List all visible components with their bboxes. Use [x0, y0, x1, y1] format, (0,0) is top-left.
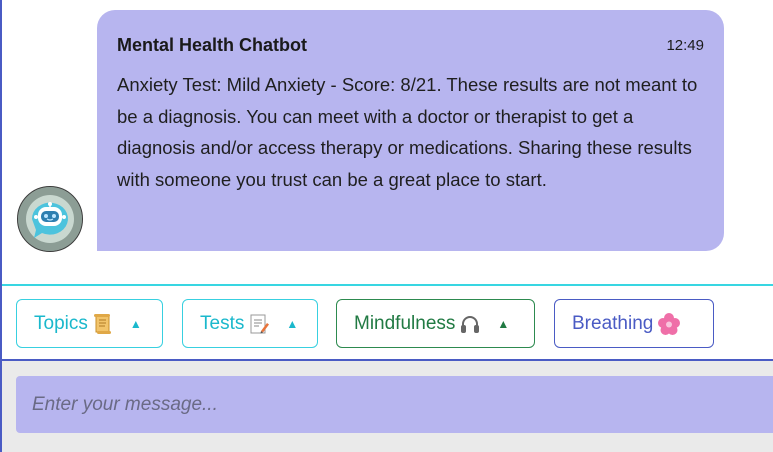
chevron-up-icon: ▲	[286, 316, 299, 331]
message-timestamp: 12:49	[666, 36, 704, 54]
chat-messages: Mental Health Chatbot 12:49 Anxiety Test…	[2, 0, 773, 284]
message-sender: Mental Health Chatbot	[117, 34, 308, 55]
message-composer	[2, 361, 773, 452]
scroll-icon	[92, 312, 114, 336]
tests-label: Tests	[200, 312, 245, 334]
message-text: Anxiety Test: Mild Anxiety - Score: 8/21…	[117, 74, 698, 190]
message-input[interactable]	[30, 392, 773, 417]
message-header: Mental Health Chatbot 12:49	[117, 34, 704, 56]
breathing-label: Breathing	[572, 312, 654, 334]
chat-app: Mental Health Chatbot 12:49 Anxiety Test…	[0, 0, 773, 452]
robot-avatar-icon	[18, 187, 82, 251]
topics-label: Topics	[34, 312, 88, 334]
bot-avatar	[17, 186, 83, 252]
mindfulness-dropdown-button[interactable]: Mindfulness ▲	[336, 299, 535, 348]
tests-dropdown-button[interactable]: Tests ▲	[182, 299, 318, 348]
headphones-icon	[459, 312, 481, 336]
memo-icon	[248, 312, 270, 336]
bot-message-bubble: Mental Health Chatbot 12:49 Anxiety Test…	[97, 10, 724, 251]
mindfulness-label: Mindfulness	[354, 312, 456, 334]
chevron-up-icon: ▲	[497, 316, 510, 331]
quick-actions-bar: Topics ▲ Tests ▲ Mindfulness ▲ Breathing	[2, 286, 773, 359]
flower-icon	[657, 312, 681, 336]
message-input-container[interactable]	[16, 376, 773, 433]
chevron-up-icon: ▲	[129, 316, 142, 331]
breathing-button[interactable]: Breathing	[554, 299, 714, 348]
topics-dropdown-button[interactable]: Topics ▲	[16, 299, 163, 348]
